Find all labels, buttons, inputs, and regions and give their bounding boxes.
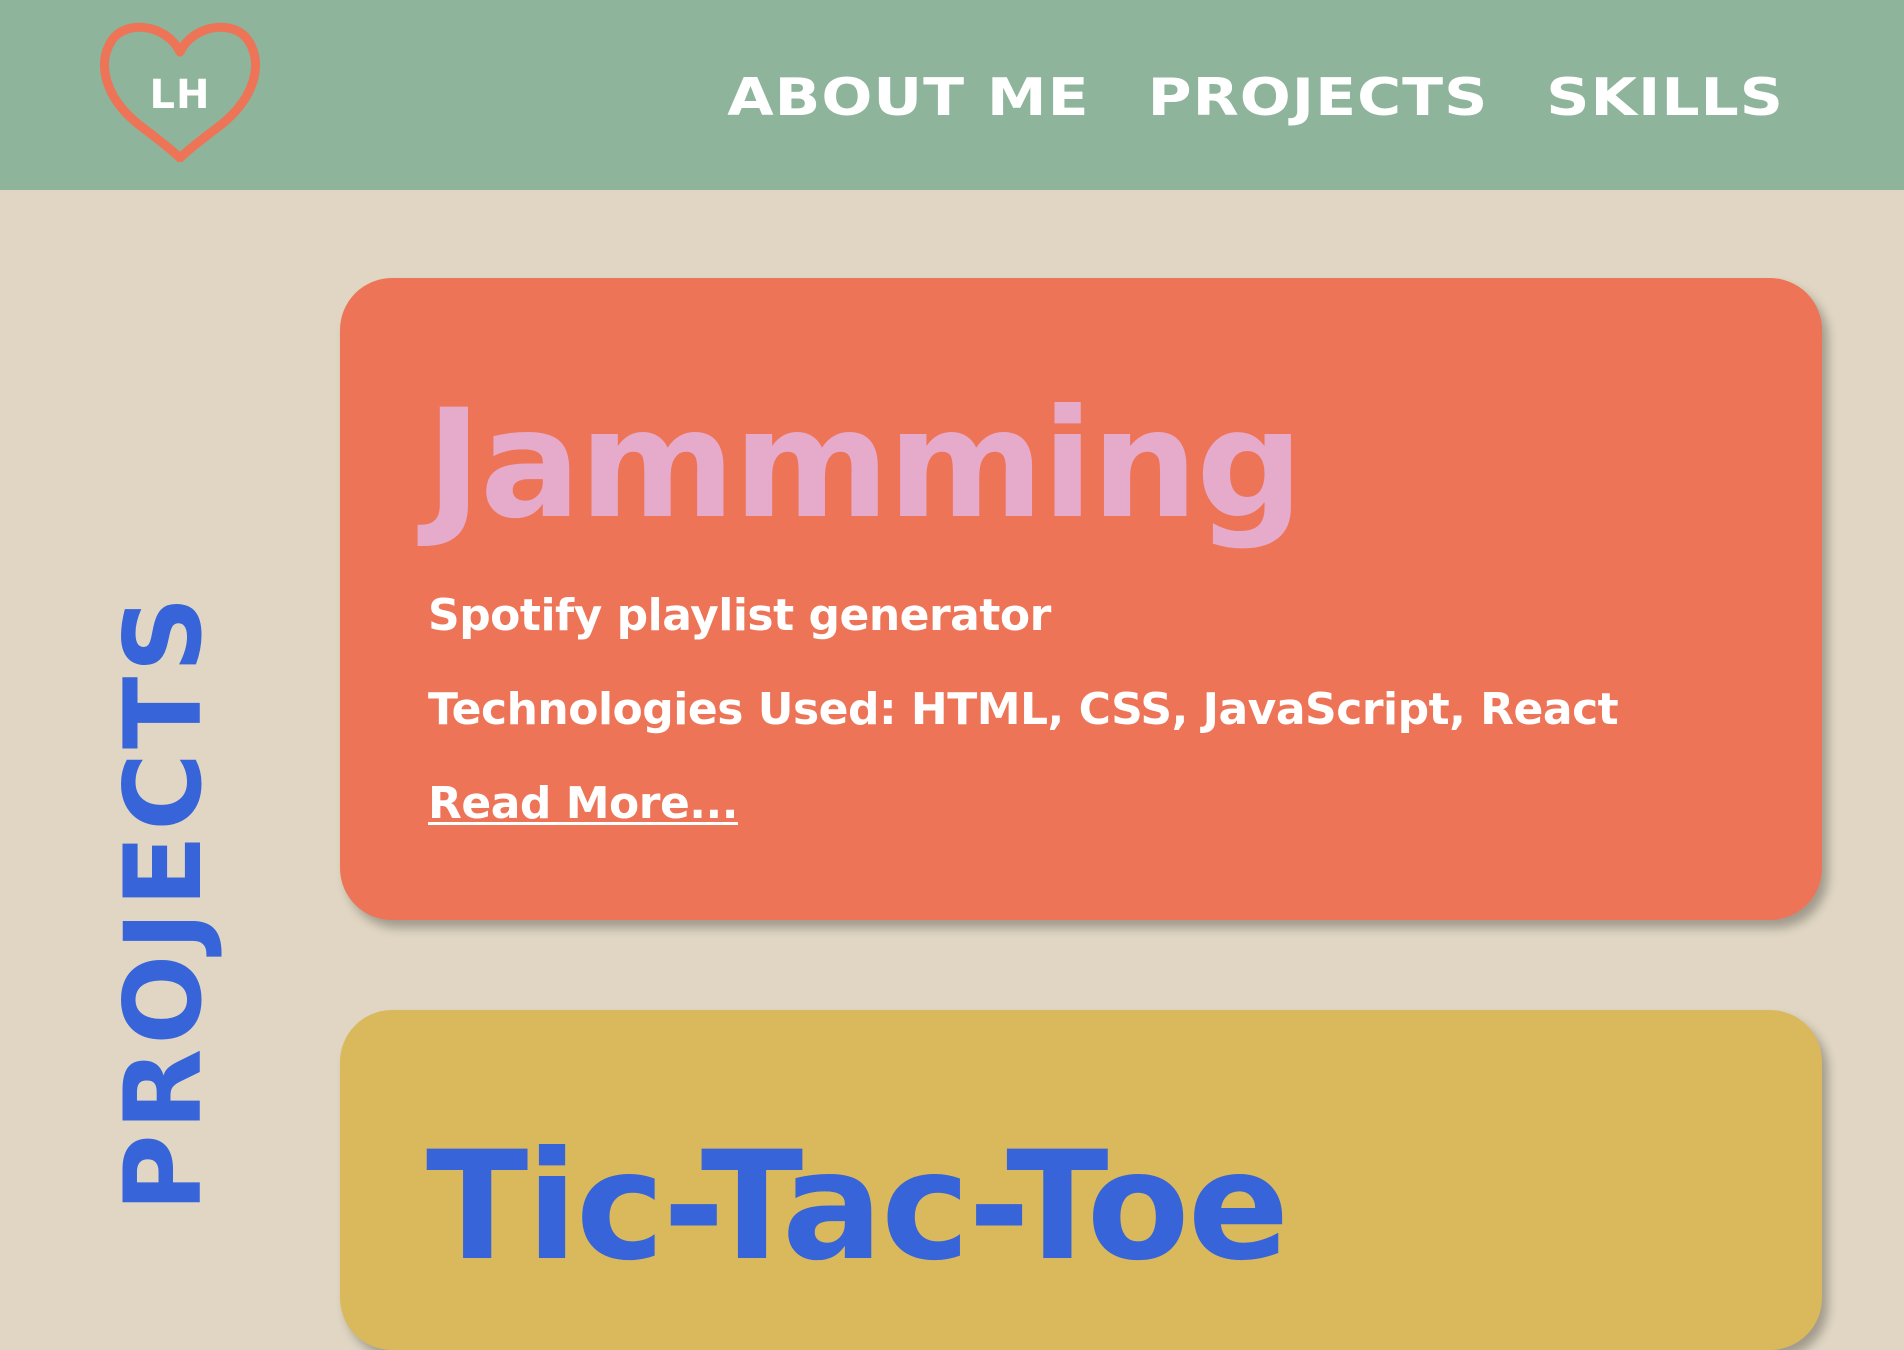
main-nav: ABOUT ME PROJECTS SKILLS xyxy=(727,62,1784,134)
read-more-link[interactable]: Read More... xyxy=(428,778,738,829)
logo-text: LH xyxy=(149,72,211,118)
project-card-tic-tac-toe: Tic-Tac-Toe xyxy=(340,1010,1822,1350)
project-card-jammming: Jammming Spotify playlist generator Tech… xyxy=(340,278,1822,920)
project-description: Spotify playlist generator xyxy=(428,590,1051,641)
nav-projects[interactable]: PROJECTS xyxy=(1148,67,1489,129)
project-technologies: Technologies Used: HTML, CSS, JavaScript… xyxy=(428,684,1619,735)
logo[interactable]: LH xyxy=(98,16,262,162)
site-header: LH ABOUT ME PROJECTS SKILLS xyxy=(0,0,1904,190)
nav-about-me[interactable]: ABOUT ME xyxy=(727,67,1089,129)
project-title: Tic-Tac-Toe xyxy=(426,1120,1289,1294)
section-title: PROJECTS xyxy=(102,592,225,1212)
nav-skills[interactable]: SKILLS xyxy=(1546,67,1784,129)
project-title: Jammming xyxy=(426,378,1304,552)
